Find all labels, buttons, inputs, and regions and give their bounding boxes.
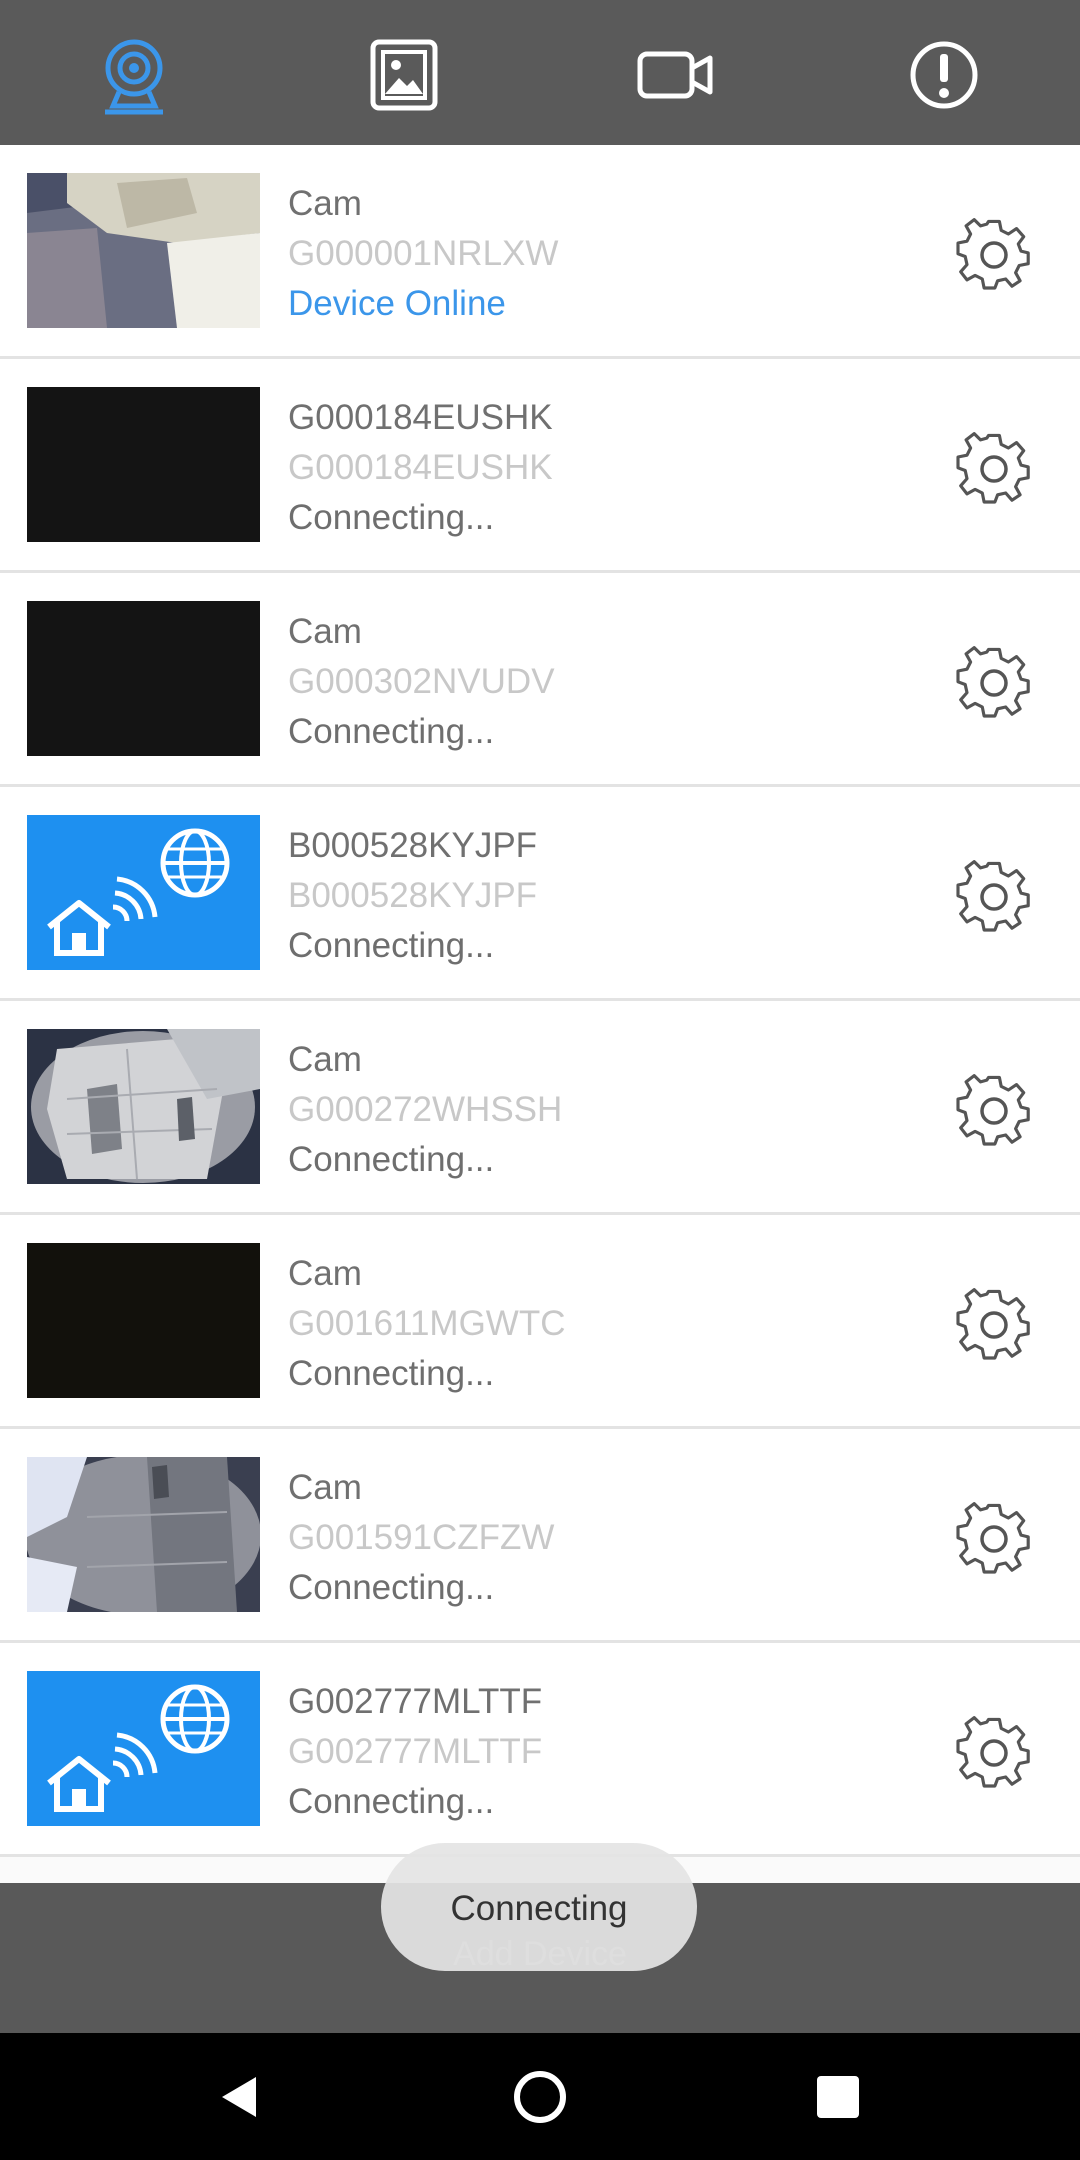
camera-snapshot: [27, 1457, 260, 1612]
back-icon: [222, 2077, 256, 2117]
gear-icon: [956, 860, 1030, 932]
nav-recents-button[interactable]: [796, 2055, 880, 2139]
gallery-icon: [370, 39, 438, 111]
black-thumbnail: [27, 601, 260, 756]
video-camera-icon: [637, 51, 713, 99]
device-thumbnail[interactable]: [27, 387, 260, 542]
device-uid: G000184EUSHK: [288, 448, 553, 487]
device-uid: B000528KYJPF: [288, 876, 538, 915]
device-status: Connecting...: [288, 1354, 495, 1393]
gear-icon: [956, 1716, 1030, 1788]
device-name: G000184EUSHK: [288, 398, 553, 437]
device-settings-button[interactable]: [954, 857, 1034, 937]
gear-icon: [956, 1074, 1030, 1146]
device-status: Connecting...: [288, 926, 495, 965]
device-thumbnail[interactable]: [27, 815, 260, 970]
device-thumbnail[interactable]: [27, 173, 260, 328]
device-thumbnail[interactable]: [27, 1671, 260, 1826]
tab-devices[interactable]: [79, 20, 189, 130]
black-thumbnail: [27, 387, 260, 542]
device-row[interactable]: G000184EUSHK G000184EUSHK Connecting...: [0, 359, 1080, 573]
device-thumbnail[interactable]: [27, 1029, 260, 1184]
top-tab-bar: [0, 0, 1080, 145]
device-thumbnail[interactable]: [27, 601, 260, 756]
device-status: Connecting...: [288, 1568, 495, 1607]
system-navigation-bar: [0, 2033, 1080, 2160]
device-name: Cam: [288, 184, 362, 223]
gear-icon: [956, 646, 1030, 718]
device-status: Device Online: [288, 284, 506, 323]
device-uid: G000001NRLXW: [288, 234, 559, 273]
device-settings-button[interactable]: [954, 1071, 1034, 1151]
device-row[interactable]: G002777MLTTF G002777MLTTF Connecting...: [0, 1643, 1080, 1857]
network-placeholder-icon: [27, 1671, 260, 1826]
device-row[interactable]: Cam G001611MGWTC Connecting...: [0, 1215, 1080, 1429]
device-settings-button[interactable]: [954, 1499, 1034, 1579]
nav-home-button[interactable]: [498, 2055, 582, 2139]
nav-back-button[interactable]: [198, 2055, 282, 2139]
gear-icon: [956, 432, 1030, 504]
home-icon: [514, 2071, 566, 2123]
tab-about[interactable]: [889, 20, 999, 130]
device-row[interactable]: Cam G001591CZFZW Connecting...: [0, 1429, 1080, 1643]
gear-icon: [956, 1288, 1030, 1360]
device-uid: G000272WHSSH: [288, 1090, 563, 1129]
device-settings-button[interactable]: [954, 643, 1034, 723]
device-status: Connecting...: [288, 1140, 495, 1179]
device-list: Cam G000001NRLXW Device Online G000184EU…: [0, 145, 1080, 1883]
device-name: Cam: [288, 612, 362, 651]
device-settings-button[interactable]: [954, 215, 1034, 295]
device-status: Connecting...: [288, 712, 495, 751]
device-row[interactable]: Cam G000302NVUDV Connecting...: [0, 573, 1080, 787]
device-settings-button[interactable]: [954, 429, 1034, 509]
connecting-toast: Connecting: [381, 1843, 697, 1971]
device-name: Cam: [288, 1040, 362, 1079]
webcam-icon: [105, 39, 163, 115]
network-placeholder-icon: [27, 815, 260, 970]
device-name: Cam: [288, 1254, 362, 1293]
tab-gallery[interactable]: [349, 20, 459, 130]
device-row[interactable]: B000528KYJPF B000528KYJPF Connecting...: [0, 787, 1080, 1001]
black-thumbnail: [27, 1243, 260, 1398]
device-uid: G001611MGWTC: [288, 1304, 566, 1343]
tab-recordings[interactable]: [620, 20, 730, 130]
device-row[interactable]: Cam G000272WHSSH Connecting...: [0, 1001, 1080, 1215]
device-uid: G000302NVUDV: [288, 662, 555, 701]
gear-icon: [956, 1502, 1030, 1574]
device-settings-button[interactable]: [954, 1713, 1034, 1793]
device-status: Connecting...: [288, 498, 495, 537]
device-name: Cam: [288, 1468, 362, 1507]
device-uid: G001591CZFZW: [288, 1518, 555, 1557]
device-settings-button[interactable]: [954, 1285, 1034, 1365]
camera-snapshot: [27, 173, 260, 328]
device-name: B000528KYJPF: [288, 826, 538, 865]
device-status: Connecting...: [288, 1782, 495, 1821]
gear-icon: [956, 218, 1030, 290]
camera-snapshot: [27, 1029, 260, 1184]
device-thumbnail[interactable]: [27, 1457, 260, 1612]
alert-icon: [910, 41, 978, 109]
recents-icon: [817, 2076, 859, 2118]
device-uid: G002777MLTTF: [288, 1732, 543, 1771]
device-thumbnail[interactable]: [27, 1243, 260, 1398]
device-name: G002777MLTTF: [288, 1682, 543, 1721]
device-row[interactable]: Cam G000001NRLXW Device Online: [0, 145, 1080, 359]
